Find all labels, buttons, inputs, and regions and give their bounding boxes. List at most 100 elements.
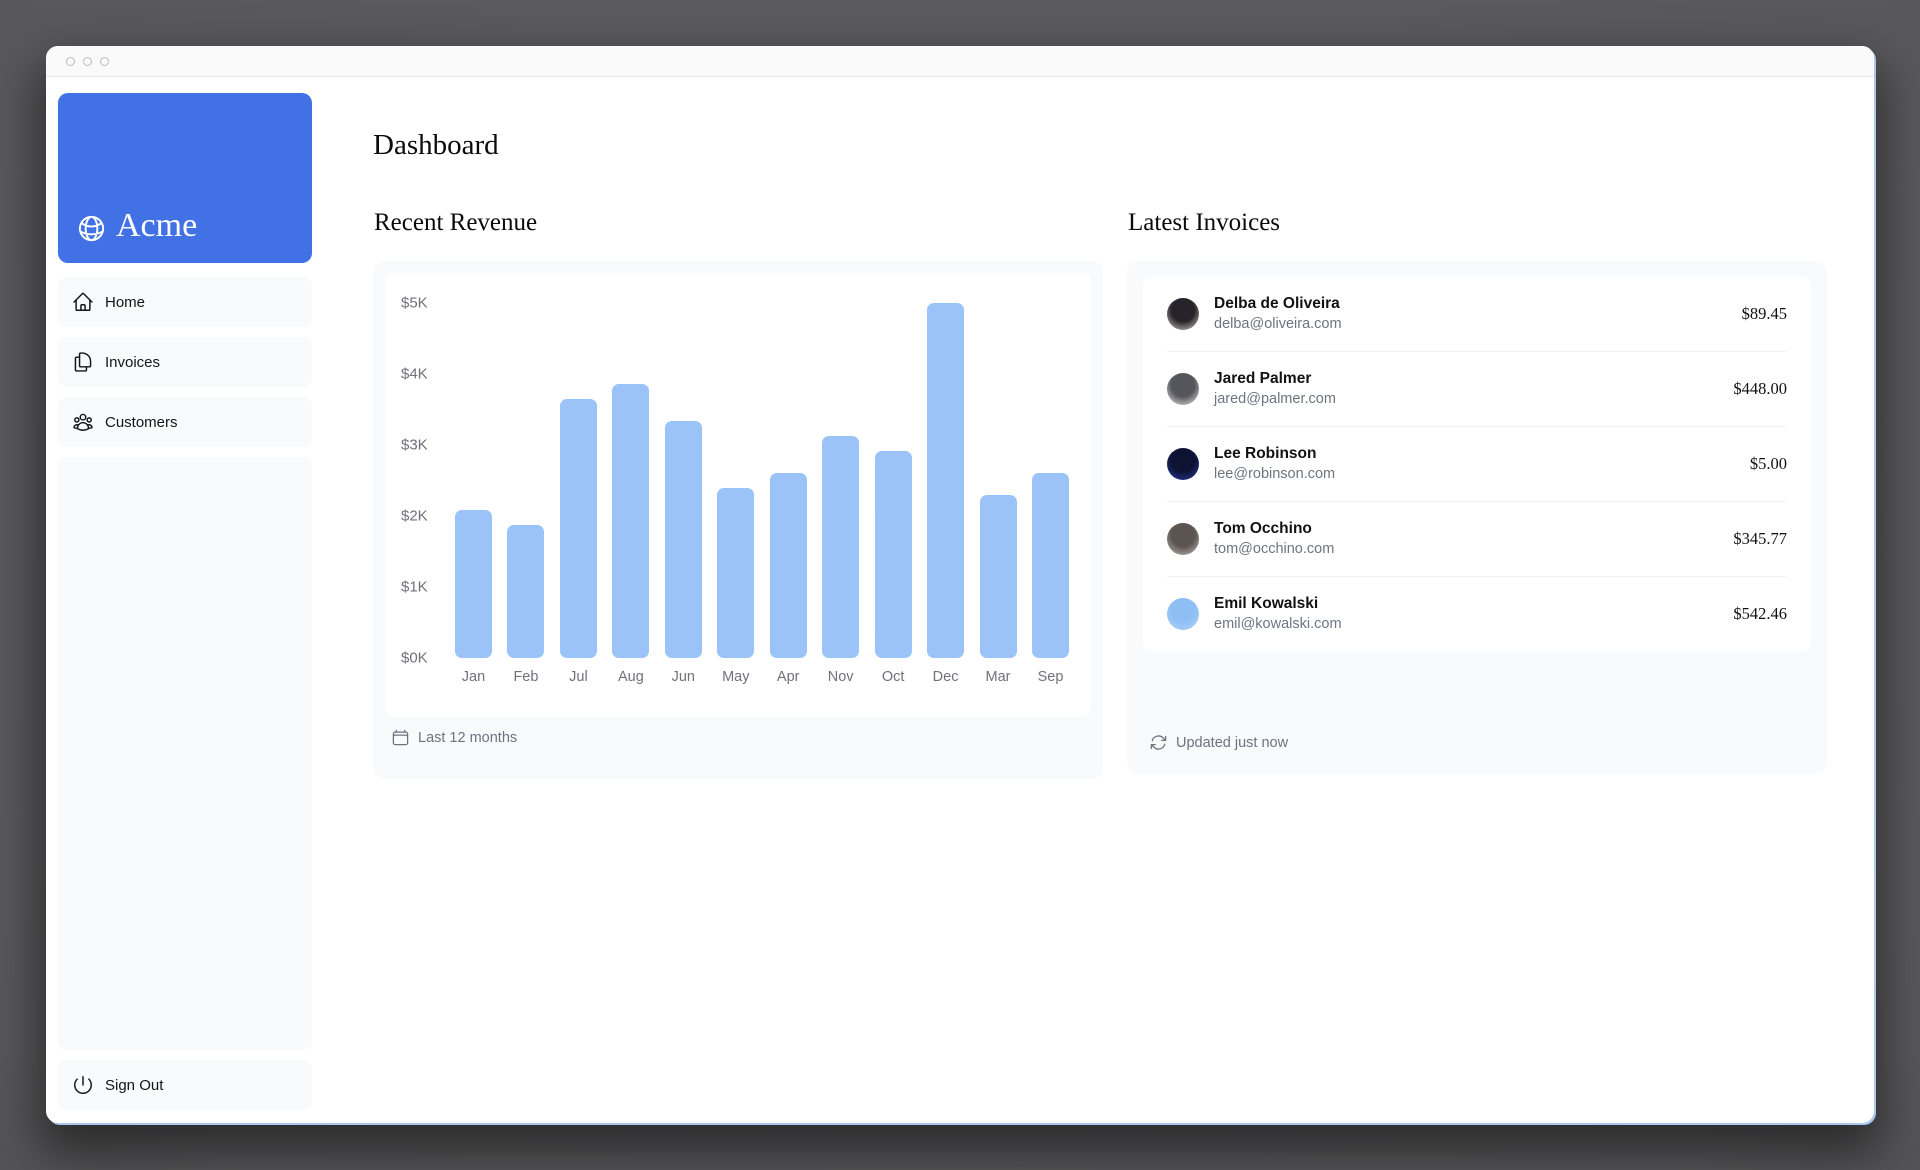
customer-email: lee@robinson.com [1214, 466, 1336, 482]
invoice-amount: $542.46 [1733, 604, 1787, 623]
app-window: Acme Home Invoices Customers Sign Out Da… [46, 46, 1874, 1123]
bar-column-jun: Jun [664, 303, 702, 685]
main-content: Dashboard Recent Revenue $5K $4K $3K $2K $1K… [312, 77, 1874, 1123]
sidebar-filler [58, 457, 312, 1050]
invoice-row: Lee Robinson lee@robinson.com $5.00 [1167, 426, 1787, 501]
customer-email: delba@oliveira.com [1214, 316, 1342, 332]
y-axis-label: $1K [401, 578, 428, 596]
revenue-bar [874, 450, 912, 658]
chart-footer: Last 12 months [385, 728, 1091, 767]
sidebar-item-label: Customers [105, 413, 178, 431]
customer-avatar [1167, 373, 1199, 405]
customer-name: Emil Kowalski [1214, 595, 1319, 612]
customer-email: emil@kowalski.com [1214, 616, 1342, 632]
revenue-chart-card: $5K $4K $3K $2K $1K $0K Jan Feb Jul Aug Jun May Apr… [373, 261, 1103, 779]
sidebar-item-invoices[interactable]: Invoices [58, 337, 312, 387]
revenue-bar [559, 399, 597, 658]
latest-invoices-section: Latest Invoices Delba de Oliveira delba@o… [1127, 209, 1827, 779]
x-axis-label: Sep [1037, 669, 1064, 685]
bar-column-oct: Oct [874, 303, 912, 685]
bar-column-nov: Nov [822, 303, 860, 685]
revenue-bar [927, 303, 965, 658]
revenue-bar [455, 510, 492, 658]
bar-column-jan: Jan [455, 303, 492, 685]
customer-email: tom@occhino.com [1214, 541, 1335, 557]
window-minimize-button[interactable] [83, 56, 92, 66]
recent-revenue-heading: Recent Revenue [374, 209, 538, 237]
y-axis-label: $0K [401, 649, 428, 667]
x-axis-label: May [722, 669, 750, 685]
user-group-icon [73, 413, 93, 431]
revenue-bar [1031, 473, 1069, 658]
x-axis-label: Oct [881, 669, 905, 685]
y-axis-label: $2K [401, 507, 428, 525]
bar-column-feb: Feb [507, 303, 545, 685]
bar-column-jul: Jul [559, 303, 597, 685]
bar-column-may: May [717, 303, 755, 685]
sidebar-nav: Home Invoices Customers Sign Out [58, 277, 312, 1110]
customer-name: Jared Palmer [1214, 370, 1312, 387]
customer-avatar [1167, 298, 1199, 330]
customer-avatar [1167, 598, 1199, 630]
sign-out-button[interactable]: Sign Out [58, 1060, 312, 1110]
bar-column-sep: Sep [1031, 303, 1069, 685]
x-axis-label: Dec [932, 669, 959, 685]
customer-avatar [1167, 523, 1199, 555]
x-axis-label: Jun [671, 669, 696, 685]
x-axis-label: Aug [617, 669, 644, 685]
revenue-bar [769, 473, 807, 658]
window-close-button[interactable] [66, 56, 75, 66]
sidebar-item-customers[interactable]: Customers [58, 397, 312, 447]
invoice-row: Tom Occhino tom@occhino.com $345.77 [1167, 501, 1787, 576]
customer-name: Delba de Oliveira [1214, 295, 1340, 312]
acme-logo-card[interactable]: Acme [58, 93, 312, 263]
x-axis-label: Apr [776, 669, 800, 685]
power-icon [74, 1076, 92, 1094]
invoice-row: Jared Palmer jared@palmer.com $448.00 [1167, 351, 1787, 426]
invoices-footer-label: Updated just now [1176, 734, 1289, 751]
customer-avatar [1167, 448, 1199, 480]
invoice-row: Emil Kowalski emil@kowalski.com $542.46 [1167, 576, 1787, 651]
customer-name: Lee Robinson [1214, 445, 1317, 462]
bar-column-mar: Mar [979, 303, 1017, 685]
recent-revenue-section: Recent Revenue $5K $4K $3K $2K $1K $0K Jan Feb… [373, 209, 1103, 779]
bar-column-aug: Aug [612, 303, 650, 685]
customer-name: Tom Occhino [1214, 520, 1312, 537]
page-title: Dashboard [373, 129, 499, 161]
x-axis-label: Nov [827, 669, 854, 685]
x-axis-label: Jul [569, 669, 588, 685]
x-axis-label: Feb [513, 669, 539, 685]
chart-bars: Jan Feb Jul Aug Jun May Apr Nov Oct Dec Mar Sep [453, 303, 1071, 685]
invoice-amount: $345.77 [1733, 529, 1787, 548]
revenue-bar [664, 421, 702, 658]
sidebar-item-label: Home [105, 293, 146, 311]
x-axis-label: Jan [461, 669, 486, 685]
revenue-bar [979, 495, 1017, 658]
invoice-row: Delba de Oliveira delba@oliveira.com $89.4… [1167, 277, 1787, 351]
sidebar-item-home[interactable]: Home [58, 277, 312, 327]
document-duplicate-icon [74, 352, 92, 372]
latest-invoices-card: Delba de Oliveira delba@oliveira.com $89.4… [1127, 261, 1827, 774]
revenue-bar-chart: $5K $4K $3K $2K $1K $0K Jan Feb Jul Aug Jun May Apr… [385, 273, 1091, 717]
revenue-bar [612, 384, 650, 658]
y-axis-label: $5K [401, 294, 428, 312]
y-axis-label: $4K [401, 365, 428, 383]
bar-column-apr: Apr [769, 303, 807, 685]
revenue-bar [507, 524, 545, 658]
revenue-bar [822, 436, 860, 658]
invoice-list: Delba de Oliveira delba@oliveira.com $89.4… [1143, 277, 1811, 651]
y-axis-label: $3K [401, 436, 428, 454]
sidebar: Acme Home Invoices Customers Sign Out [46, 77, 312, 1123]
invoice-amount: $5.00 [1749, 454, 1787, 473]
invoice-amount: $89.45 [1741, 304, 1787, 323]
chart-footer-label: Last 12 months [418, 729, 518, 746]
customer-email: jared@palmer.com [1214, 391, 1336, 407]
invoice-amount: $448.00 [1733, 379, 1787, 398]
window-maximize-button[interactable] [100, 56, 109, 66]
refresh-icon [1150, 735, 1167, 750]
chart-y-axis: $5K $4K $3K $2K $1K $0K [401, 295, 447, 667]
globe-icon [78, 215, 105, 241]
latest-invoices-heading: Latest Invoices [1128, 209, 1281, 237]
window-titlebar [46, 46, 1874, 77]
sidebar-item-label: Invoices [105, 353, 161, 371]
